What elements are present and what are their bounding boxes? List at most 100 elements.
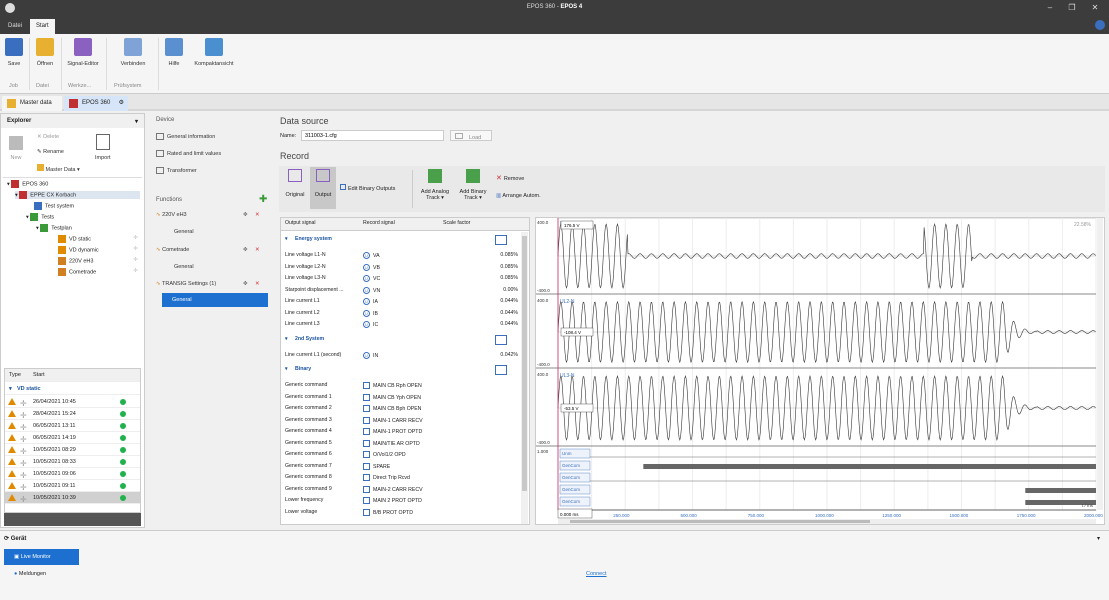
move-icon[interactable]: ✥ — [243, 247, 248, 253]
function-cometrade-general[interactable]: General — [174, 264, 194, 270]
tab-epos-360[interactable]: EPOS 360 ⚙ — [64, 96, 128, 111]
rename-button[interactable]: ✎ Rename — [37, 149, 64, 155]
column-type[interactable]: Type — [9, 372, 21, 378]
load-button[interactable]: Load — [450, 130, 492, 141]
arrange-button[interactable]: ▥ Arrange Autom. — [496, 193, 541, 199]
list-item[interactable]: ✛ 10/05/2021 10:39 — [5, 492, 140, 504]
function-transig[interactable]: ∿ TRANSIG Settings (1) ✥ ✕ — [156, 281, 268, 287]
messages-button[interactable]: ● Meldungen — [14, 571, 46, 577]
tab-master-data[interactable]: Master data — [2, 96, 62, 111]
table-row[interactable]: Line current L3 U IC 0.044% — [281, 319, 529, 330]
table-row[interactable]: Line voltage L2-N U VB 0.085% — [281, 262, 529, 273]
list-item[interactable]: ✛ 06/05/2021 13:11 — [5, 420, 140, 432]
delete-icon[interactable]: ✕ — [255, 247, 260, 253]
original-button[interactable]: Original — [282, 169, 308, 207]
table-row[interactable]: Generic command 5 MAIN/TIE AR OPTD — [281, 438, 529, 449]
tree-item-eppe[interactable]: ▾ EPPE CX Korbach — [15, 191, 140, 199]
table-row[interactable]: Line current L1 (second) U IN 0.042% — [281, 350, 529, 361]
table-row[interactable]: Lower frequency MAIN 2 PROT OPTD — [281, 495, 529, 506]
pin-icon[interactable]: ▾ — [1097, 535, 1100, 542]
signal-editor-button[interactable]: Signal-Editor — [64, 38, 102, 67]
compact-view-button[interactable]: Kompaktansicht — [189, 38, 239, 67]
tree-item-epos[interactable]: ▾ EPOS 360 — [7, 180, 48, 188]
column-start[interactable]: Start — [33, 372, 45, 378]
table-row[interactable]: Generic command 4 MAIN-1 PROT OPTD — [281, 426, 529, 437]
column-scale-factor[interactable]: Scale factor — [443, 220, 470, 226]
waveform-plot[interactable]: UL1-N400.0-400.0176.5 VUL2-N400.0-400.0-… — [536, 217, 1104, 524]
list-item[interactable]: ✛ 10/05/2021 09:06 — [5, 468, 140, 480]
connect-button[interactable]: Verbinden — [114, 38, 152, 67]
delete-button[interactable]: ✕ Delete — [37, 134, 59, 140]
open-button[interactable]: Öffnen — [33, 38, 57, 67]
add-analog-track-button[interactable]: Add Analog Track ▾ — [417, 169, 453, 201]
mapping-icon[interactable] — [495, 365, 507, 375]
table-scrollbar[interactable] — [521, 232, 528, 524]
table-row[interactable]: Generic command 7 SPARE — [281, 461, 529, 472]
minimize-icon[interactable]: – — [1043, 2, 1057, 14]
output-button[interactable]: Output — [310, 167, 336, 209]
add-function-icon[interactable]: ✚ — [259, 194, 267, 205]
new-button[interactable]: New — [9, 136, 23, 161]
add-icon[interactable]: ✛ — [133, 235, 138, 241]
info-icon[interactable] — [1095, 20, 1105, 30]
tree-item-tests[interactable]: ▾ Tests — [26, 213, 54, 221]
table-row[interactable]: Generic command MAIN CB Rph OPEN — [281, 380, 529, 391]
table-row[interactable]: Generic command 3 MAIN-1 CARR RECV — [281, 415, 529, 426]
add-binary-track-button[interactable]: Add Binary Track ▾ — [455, 169, 491, 201]
restore-icon[interactable]: ❐ — [1065, 2, 1079, 14]
gear-icon[interactable]: ⚙ — [119, 99, 124, 106]
file-name-field[interactable] — [301, 130, 444, 141]
list-item[interactable]: ✛ 28/04/2021 15:24 — [5, 408, 140, 420]
table-row[interactable]: Line voltage L3-N U VC 0.085% — [281, 273, 529, 284]
edit-binary-outputs-button[interactable]: Edit Binary Outputs — [340, 184, 395, 192]
tree-item-cometrade[interactable]: Cometrade ✛ — [58, 268, 140, 276]
tree-item-vd-static[interactable]: VD static ✛ — [58, 235, 140, 243]
save-button[interactable]: Save — [3, 38, 25, 67]
table-row[interactable]: Generic command 2 MAIN CB Bph OPEN — [281, 403, 529, 414]
general-info-item[interactable]: General information — [156, 133, 215, 140]
tree-item-vd-dynamic[interactable]: VD dynamic ✛ — [58, 246, 140, 254]
table-row[interactable]: Line current L2 U IB 0.044% — [281, 308, 529, 319]
function-220v[interactable]: ∿ 220V eH3 ✥ ✕ — [156, 212, 268, 218]
mapping-icon[interactable] — [495, 235, 507, 245]
import-button[interactable]: Import — [95, 134, 111, 161]
table-row[interactable]: Lower voltage B/B PROT OPTD — [281, 507, 529, 518]
list-item[interactable]: ✛ 10/05/2021 08:33 — [5, 456, 140, 468]
tab-start[interactable]: Start — [30, 19, 55, 34]
rated-values-item[interactable]: Rated and limit values — [156, 150, 221, 157]
delete-icon[interactable]: ✕ — [255, 281, 260, 287]
move-icon[interactable]: ✥ — [243, 281, 248, 287]
list-item[interactable]: ✛ 10/05/2021 09:11 — [5, 480, 140, 492]
transformer-item[interactable]: Transformer — [156, 167, 197, 174]
list-group[interactable]: ▾ VD static — [5, 383, 140, 395]
tree-item-testplan[interactable]: ▾ Testplan — [36, 224, 72, 232]
master-data-button[interactable]: Master Data ▾ — [37, 164, 80, 173]
table-row[interactable]: Generic command 1 MAIN CB Yph OPEN — [281, 392, 529, 403]
section-header[interactable]: ▾ Binary — [281, 364, 529, 378]
remove-button[interactable]: ✕ Remove — [496, 174, 524, 182]
function-transig-general[interactable]: General — [162, 293, 268, 307]
column-output-signal[interactable]: Output signal — [285, 220, 316, 226]
live-monitor-button[interactable]: ▣ Live Monitor — [4, 549, 79, 565]
table-row[interactable]: Line voltage L1-N U VA 0.085% — [281, 250, 529, 261]
tree-item-test-system[interactable]: Test system — [34, 202, 74, 210]
table-row[interactable]: Generic command 9 MAIN-2 CARR RECV — [281, 484, 529, 495]
table-row[interactable]: Generic command 8 Direct Trip Rcvd — [281, 472, 529, 483]
table-row[interactable]: Generic command 6 O/Vol1/2 OPD — [281, 449, 529, 460]
add-icon[interactable]: ✛ — [133, 257, 138, 263]
move-icon[interactable]: ✥ — [243, 212, 248, 218]
table-row[interactable]: Starpoint displacement ... U VN 0.00% — [281, 285, 529, 296]
tab-datei[interactable]: Datei — [2, 19, 28, 34]
table-row[interactable]: Line current L1 U IA 0.044% — [281, 296, 529, 307]
close-icon[interactable]: ✕ — [1088, 2, 1102, 14]
list-item[interactable]: ✛ 26/04/2021 10:45 — [5, 396, 140, 408]
tree-item-220v[interactable]: 220V eH3 ✛ — [58, 257, 140, 265]
add-icon[interactable]: ✛ — [133, 268, 138, 274]
pin-icon[interactable]: ▾ — [135, 118, 138, 125]
scrollbar-thumb[interactable] — [522, 236, 527, 491]
list-item[interactable]: ✛ 06/05/2021 14:19 — [5, 432, 140, 444]
mapping-icon[interactable] — [495, 334, 507, 345]
help-button[interactable]: Hilfe — [163, 38, 185, 67]
add-icon[interactable]: ✛ — [133, 246, 138, 252]
section-header[interactable]: ▾ Energy system — [281, 234, 529, 248]
